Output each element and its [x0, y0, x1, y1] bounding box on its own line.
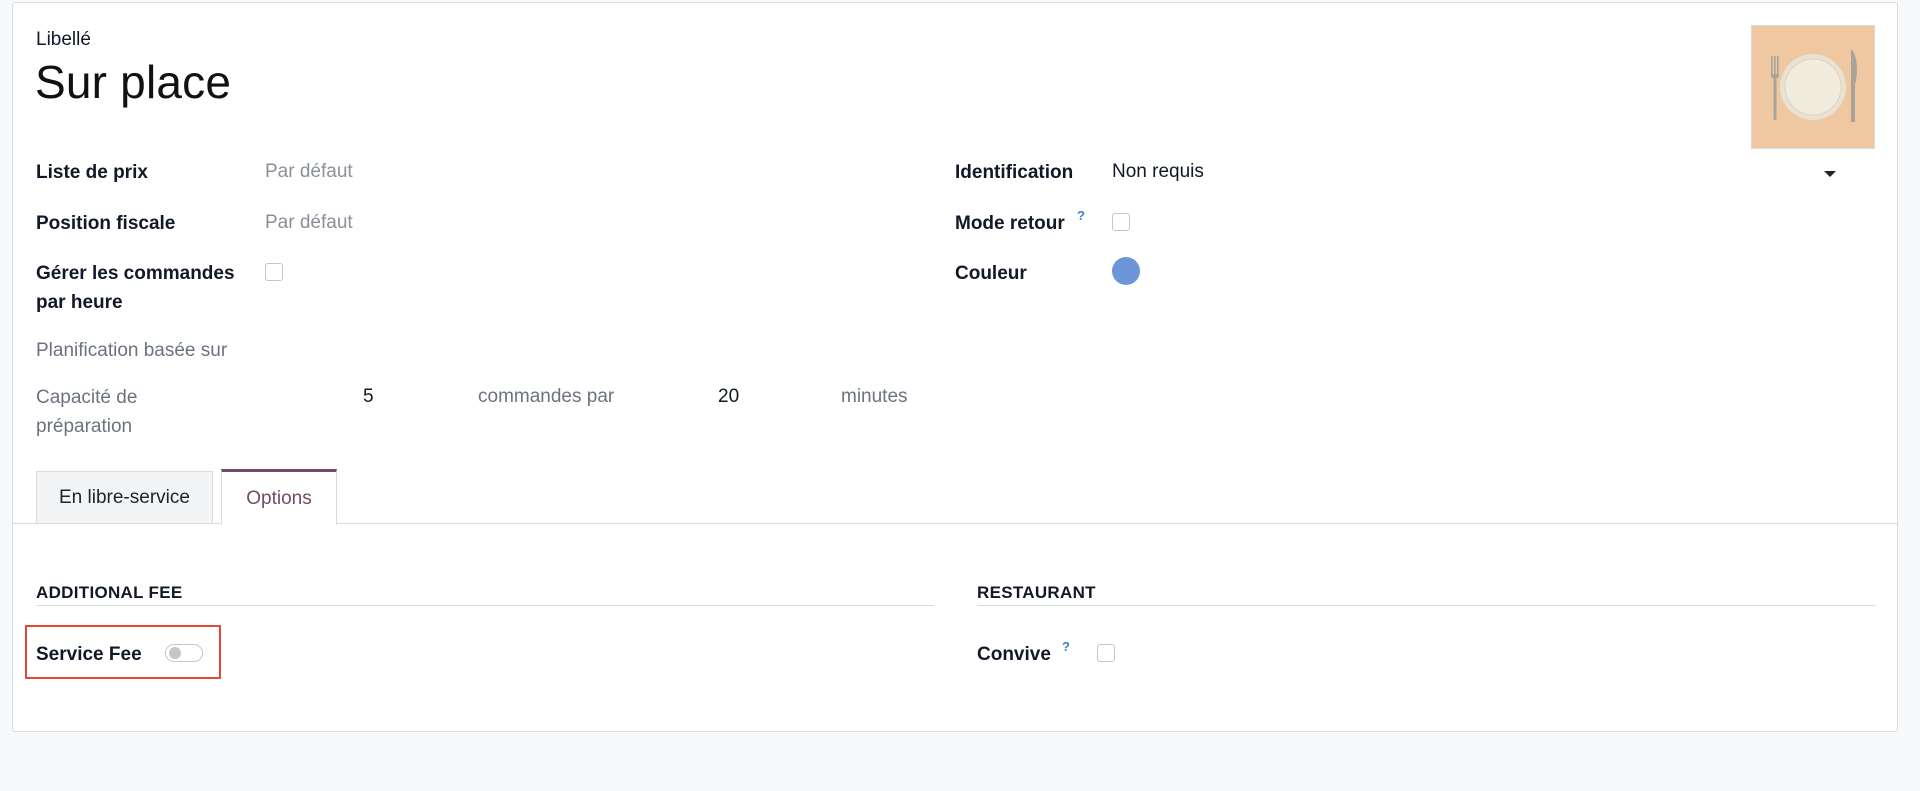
manage-orders-label: Gérer les commandes par heure: [36, 263, 235, 313]
pricelist-label: Liste de prix: [36, 162, 148, 183]
capacity-minutes-text: minutes: [841, 386, 908, 407]
tab-options[interactable]: Options: [221, 469, 337, 525]
additional-fee-rule: [36, 605, 934, 606]
pricelist-input[interactable]: Par défaut: [265, 161, 915, 183]
identification-select[interactable]: Non requis: [1112, 161, 1842, 183]
form-sheet: Libellé Sur place Liste de prix Par défa…: [12, 2, 1898, 732]
additional-fee-title: ADDITIONAL FEE: [36, 583, 183, 602]
record-title[interactable]: Sur place: [35, 55, 231, 109]
return-mode-checkbox[interactable]: [1112, 213, 1130, 231]
tab-divider-left: [13, 523, 221, 524]
chevron-down-icon[interactable]: [1824, 171, 1836, 177]
restaurant-title: RESTAURANT: [977, 583, 1096, 602]
service-fee-label: Service Fee: [36, 644, 142, 665]
plate-cutlery-icon: [1752, 26, 1874, 148]
capacity-label: Capacité de préparation: [36, 387, 138, 437]
return-mode-help-icon[interactable]: ?: [1077, 208, 1085, 223]
convive-help-icon[interactable]: ?: [1062, 639, 1070, 654]
toggle-knob: [169, 647, 181, 659]
fiscal-position-input[interactable]: Par défaut: [265, 212, 915, 234]
service-fee-toggle[interactable]: [165, 644, 203, 662]
capacity-orders-text: commandes par: [478, 386, 615, 407]
tab-divider-right: [337, 523, 1897, 524]
capacity-orders-input[interactable]: 5: [363, 386, 374, 408]
identification-label: Identification: [955, 162, 1074, 183]
tab-self-service[interactable]: En libre-service: [36, 471, 213, 524]
color-label: Couleur: [955, 263, 1027, 284]
scheduling-label: Planification basée sur: [36, 340, 228, 361]
restaurant-rule: [977, 605, 1875, 606]
name-label: Libellé: [36, 29, 91, 50]
return-mode-label: Mode retour: [955, 213, 1065, 234]
color-swatch[interactable]: [1112, 257, 1140, 285]
capacity-minutes-input[interactable]: 20: [718, 386, 739, 408]
convive-label: Convive: [977, 644, 1051, 665]
record-image[interactable]: [1751, 25, 1875, 149]
fiscal-position-label: Position fiscale: [36, 213, 176, 234]
convive-checkbox[interactable]: [1097, 644, 1115, 662]
manage-orders-checkbox[interactable]: [265, 263, 283, 281]
